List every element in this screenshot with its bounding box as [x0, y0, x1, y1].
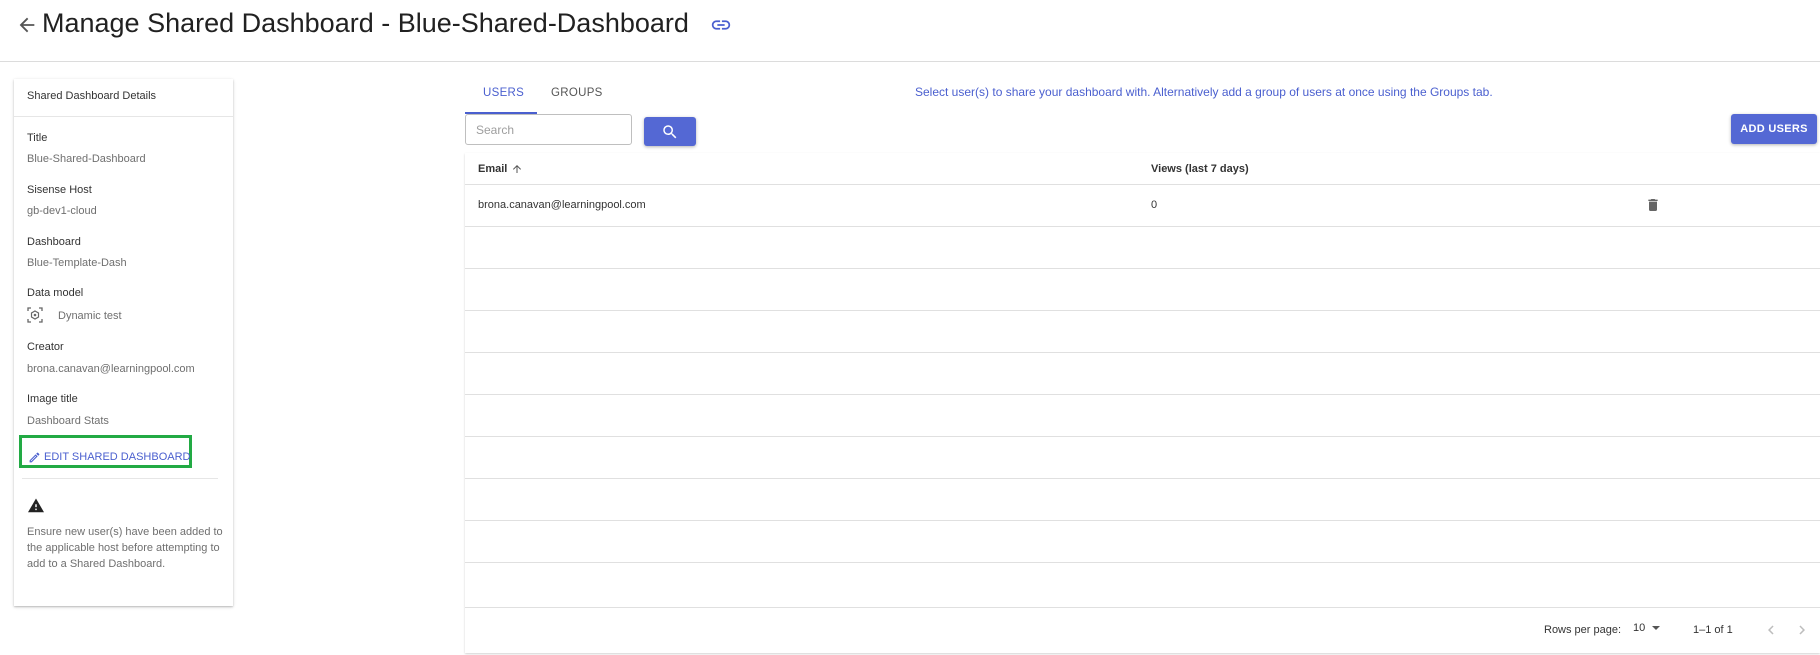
search-icon [663, 124, 677, 138]
add-users-button[interactable]: ADD USERS [1731, 114, 1817, 144]
arrow-up-icon [513, 165, 522, 173]
table-row: brona.canavan@learningpool.com 0 [465, 184, 1820, 226]
email-column-header[interactable]: Email [478, 163, 523, 175]
host-label: Sisense Host [27, 184, 92, 196]
page-header: Manage Shared Dashboard - Blue-Shared-Da… [0, 0, 1820, 62]
empty-table-row [465, 226, 1820, 268]
pagination-range: 1–1 of 1 [1693, 624, 1733, 636]
divider [22, 478, 218, 479]
edit-shared-dashboard-button[interactable]: EDIT SHARED DASHBOARD [28, 448, 191, 466]
edit-shared-dashboard-label: EDIT SHARED DASHBOARD [44, 451, 191, 463]
card-heading: Shared Dashboard Details [27, 90, 157, 102]
rows-per-page-select[interactable]: 10 [1633, 622, 1661, 634]
row-email: brona.canavan@learningpool.com [478, 199, 646, 211]
arrow-left-icon[interactable] [16, 14, 38, 36]
shared-dashboard-details-card: Shared Dashboard Details Title Blue-Shar… [14, 79, 233, 606]
page-title: Manage Shared Dashboard - Blue-Shared-Da… [42, 8, 689, 38]
chevron-right-icon[interactable] [1793, 621, 1811, 639]
empty-table-row [465, 562, 1820, 604]
add-users-label: ADD USERS [1740, 123, 1808, 135]
table-body: brona.canavan@learningpool.com 0 [465, 184, 1820, 604]
pencil-icon [29, 452, 40, 462]
rows-per-page-label: Rows per page: [1544, 624, 1622, 636]
creator-label: Creator [27, 341, 64, 353]
empty-table-row [465, 478, 1820, 520]
empty-table-row [465, 394, 1820, 436]
image-title-value: Dashboard Stats [27, 415, 109, 427]
chevron-left-icon[interactable] [1762, 621, 1780, 639]
divider [14, 116, 233, 117]
image-title-label: Image title [27, 393, 78, 405]
title-label: Title [27, 132, 48, 144]
search-button[interactable] [644, 117, 696, 146]
users-table: Email Views (last 7 days) brona.canavan@… [465, 153, 1820, 653]
database-icon [27, 307, 43, 323]
rows-per-page-value: 10 [1633, 622, 1646, 634]
empty-table-row [465, 352, 1820, 394]
dashboard-label: Dashboard [27, 236, 81, 248]
search-input[interactable] [465, 114, 632, 145]
trash-icon[interactable] [1645, 196, 1661, 214]
data-model-label: Data model [27, 287, 84, 299]
creator-value: brona.canavan@learningpool.com [27, 363, 195, 375]
help-text: Select user(s) to share your dashboard w… [915, 85, 1493, 99]
row-views: 0 [1151, 199, 1158, 211]
title-value: Blue-Shared-Dashboard [27, 153, 146, 165]
data-model-value: Dynamic test [58, 310, 122, 322]
warning-text: Ensure new user(s) have been added to th… [27, 526, 223, 570]
tab-users[interactable]: USERS [483, 87, 524, 99]
host-value: gb-dev1-cloud [27, 205, 97, 217]
empty-table-row [465, 268, 1820, 310]
email-header-label: Email [478, 163, 508, 175]
dropdown-arrow-icon [1652, 626, 1661, 630]
link-icon[interactable] [710, 14, 732, 36]
pagination-bar: Rows per page: 10 1–1 of 1 [465, 607, 1820, 653]
empty-table-row [465, 520, 1820, 562]
tab-groups[interactable]: GROUPS [551, 87, 603, 99]
dashboard-value: Blue-Template-Dash [27, 257, 127, 269]
empty-table-row [465, 436, 1820, 478]
views-column-header: Views (last 7 days) [1151, 163, 1249, 175]
empty-table-row [465, 310, 1820, 352]
warning-icon [28, 498, 44, 513]
